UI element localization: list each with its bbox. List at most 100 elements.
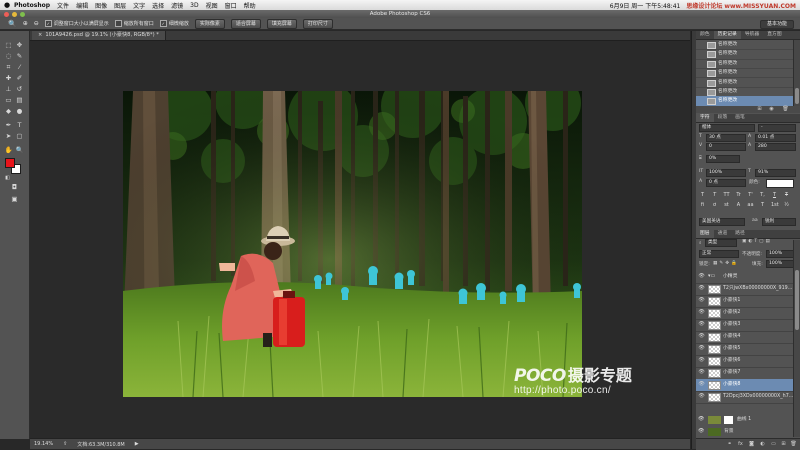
healing-icon[interactable]: ✚: [4, 74, 13, 83]
marquee-icon[interactable]: ⬚: [4, 41, 13, 50]
lock-icons[interactable]: ▦✎✥🔒: [713, 261, 739, 266]
zoom-window-icon[interactable]: [20, 11, 25, 17]
underline-button[interactable]: T: [771, 192, 778, 198]
eyedropper-icon[interactable]: ⁄: [15, 63, 24, 72]
fit-screen-button[interactable]: 适合屏幕: [230, 18, 261, 29]
fractions-button[interactable]: ½: [783, 202, 790, 208]
tab-color[interactable]: 颜色: [696, 31, 714, 39]
menu-filter[interactable]: 滤镜: [171, 1, 183, 10]
eye-icon[interactable]: 👁: [698, 426, 704, 438]
menu-window[interactable]: 窗口: [225, 1, 237, 10]
trash-icon[interactable]: 🗑: [790, 441, 797, 447]
shape-icon[interactable]: ▢: [15, 132, 24, 141]
move-icon[interactable]: ✥: [15, 41, 24, 50]
tab-navigator[interactable]: 导航器: [741, 31, 763, 39]
stamp-icon[interactable]: ⊥: [4, 85, 13, 94]
zoom-out-icon[interactable]: ⊖: [34, 20, 39, 27]
eye-icon[interactable]: 👁: [698, 307, 705, 319]
new-document-from-state-icon[interactable]: ⊞: [756, 106, 763, 112]
eye-icon[interactable]: 👁: [698, 414, 704, 426]
swash-button[interactable]: A: [735, 202, 742, 208]
tab-histogram[interactable]: 直方图: [763, 31, 785, 39]
foreground-color-swatch[interactable]: [5, 158, 15, 168]
menu-select[interactable]: 选择: [152, 1, 164, 10]
quick-select-icon[interactable]: ✎: [15, 52, 24, 61]
layer-row[interactable]: 👁 小豪快2: [696, 307, 793, 320]
trash-icon[interactable]: 🗑: [782, 106, 789, 112]
opacity-field[interactable]: 100%: [766, 250, 794, 258]
text-color-swatch[interactable]: [766, 179, 794, 188]
link-icon[interactable]: ⚭: [726, 441, 733, 447]
horizontal-scale-field[interactable]: 91%: [755, 169, 796, 177]
zoom-all-windows-checkbox[interactable]: 缩放所有窗口: [114, 20, 154, 27]
eye-icon[interactable]: 👁: [698, 319, 705, 331]
small-caps-button[interactable]: Tr: [735, 192, 742, 198]
menu-view[interactable]: 视图: [206, 1, 218, 10]
type-icon[interactable]: T: [15, 121, 24, 130]
eye-icon[interactable]: 👁: [698, 343, 705, 355]
layer-row[interactable]: 👁 小豪快7: [696, 367, 793, 380]
layer-row[interactable]: 👁 小豪快4: [696, 331, 793, 344]
menu-type[interactable]: 文字: [133, 1, 145, 10]
document-tab[interactable]: × 101A9426.psd @ 19.1% (小豪快8, RGB/8*) *: [32, 31, 166, 40]
strikethrough-button[interactable]: T: [783, 192, 790, 198]
faux-italic-button[interactable]: T: [711, 192, 718, 198]
history-brush-icon[interactable]: ↺: [15, 85, 24, 94]
layer-filter-icons[interactable]: ▣◐T▢▤: [742, 239, 772, 244]
pen-icon[interactable]: ✒: [4, 121, 13, 130]
new-group-icon[interactable]: ▭: [770, 441, 777, 447]
actual-pixels-button[interactable]: 实际像素: [194, 18, 225, 29]
zoom-tool-preset-icon[interactable]: 🔍: [8, 20, 17, 28]
status-share-icon[interactable]: ⇪: [63, 441, 67, 447]
eye-icon[interactable]: 👁: [698, 295, 705, 307]
stylistic-alternates-button[interactable]: aa: [747, 202, 754, 208]
fx-icon[interactable]: fx: [737, 441, 744, 447]
menu-help[interactable]: 帮助: [244, 1, 256, 10]
layer-group-row[interactable]: 👁 ▾▭ 小精灵: [696, 271, 793, 284]
layer-row[interactable]: 👁 小豪快1: [696, 295, 793, 308]
layer-row[interactable]: 👁 小豪快3: [696, 319, 793, 332]
baseline-field[interactable]: 0 点: [706, 179, 746, 187]
tab-layers[interactable]: 图层: [696, 230, 714, 238]
vertical-scale-field[interactable]: 100%: [706, 169, 746, 177]
layers-scroll-thumb[interactable]: [795, 270, 799, 330]
ordinals-button[interactable]: 1st: [771, 202, 779, 208]
scrubby-zoom-checkbox[interactable]: ✓ 细微缩放: [159, 20, 189, 27]
tracking-field[interactable]: 280: [755, 143, 796, 151]
layer-filter-select[interactable]: 类型: [705, 239, 737, 247]
snapshot-icon[interactable]: ◉: [768, 106, 775, 112]
menu-image[interactable]: 图像: [95, 1, 107, 10]
language-select[interactable]: 美国英语: [699, 218, 745, 226]
print-size-button[interactable]: 打印尺寸: [302, 18, 333, 29]
resize-windows-checkbox[interactable]: ✓ 调整窗口大小以满屏显示: [44, 20, 109, 27]
kerning-field[interactable]: 0: [706, 143, 746, 151]
layer-row[interactable]: 👁 小豪快6: [696, 355, 793, 368]
close-tab-icon[interactable]: ×: [38, 32, 42, 38]
workspace-switcher[interactable]: 基本功能: [759, 20, 794, 29]
history-scrollbar[interactable]: [793, 40, 800, 106]
eye-icon[interactable]: 👁: [698, 283, 705, 295]
eye-icon[interactable]: 👁: [698, 331, 705, 343]
antialias-select[interactable]: 锐利: [762, 218, 796, 226]
tab-character[interactable]: 字符: [696, 114, 714, 122]
eraser-icon[interactable]: ▭: [4, 96, 13, 105]
leading-field[interactable]: 0.01 点: [755, 134, 796, 142]
screen-mode-icon[interactable]: ▣: [10, 195, 19, 204]
background-layer-row[interactable]: 👁 背景: [696, 426, 793, 438]
layer-row[interactable]: 👁 小豪快5: [696, 343, 793, 356]
hand-icon[interactable]: ✋: [4, 146, 13, 155]
layer-row[interactable]: 👁 T2只jwXBx00000000X_919...: [696, 283, 793, 296]
ligatures-button[interactable]: fi: [699, 202, 706, 208]
superscript-button[interactable]: T': [747, 192, 754, 198]
eye-icon[interactable]: 👁: [698, 367, 705, 379]
faux-bold-button[interactable]: T: [699, 192, 706, 198]
new-adjustment-icon[interactable]: ◐: [759, 441, 766, 447]
all-caps-button[interactable]: TT: [723, 192, 730, 198]
app-menu[interactable]: Photoshop: [14, 2, 50, 9]
font-style-select[interactable]: -: [758, 124, 796, 132]
menu-file[interactable]: 文件: [57, 1, 69, 10]
layers-scrollbar[interactable]: [793, 240, 800, 437]
close-window-icon[interactable]: [4, 11, 9, 17]
quick-mask-icon[interactable]: ◘: [10, 183, 19, 192]
tsume-field[interactable]: 0%: [706, 155, 740, 163]
